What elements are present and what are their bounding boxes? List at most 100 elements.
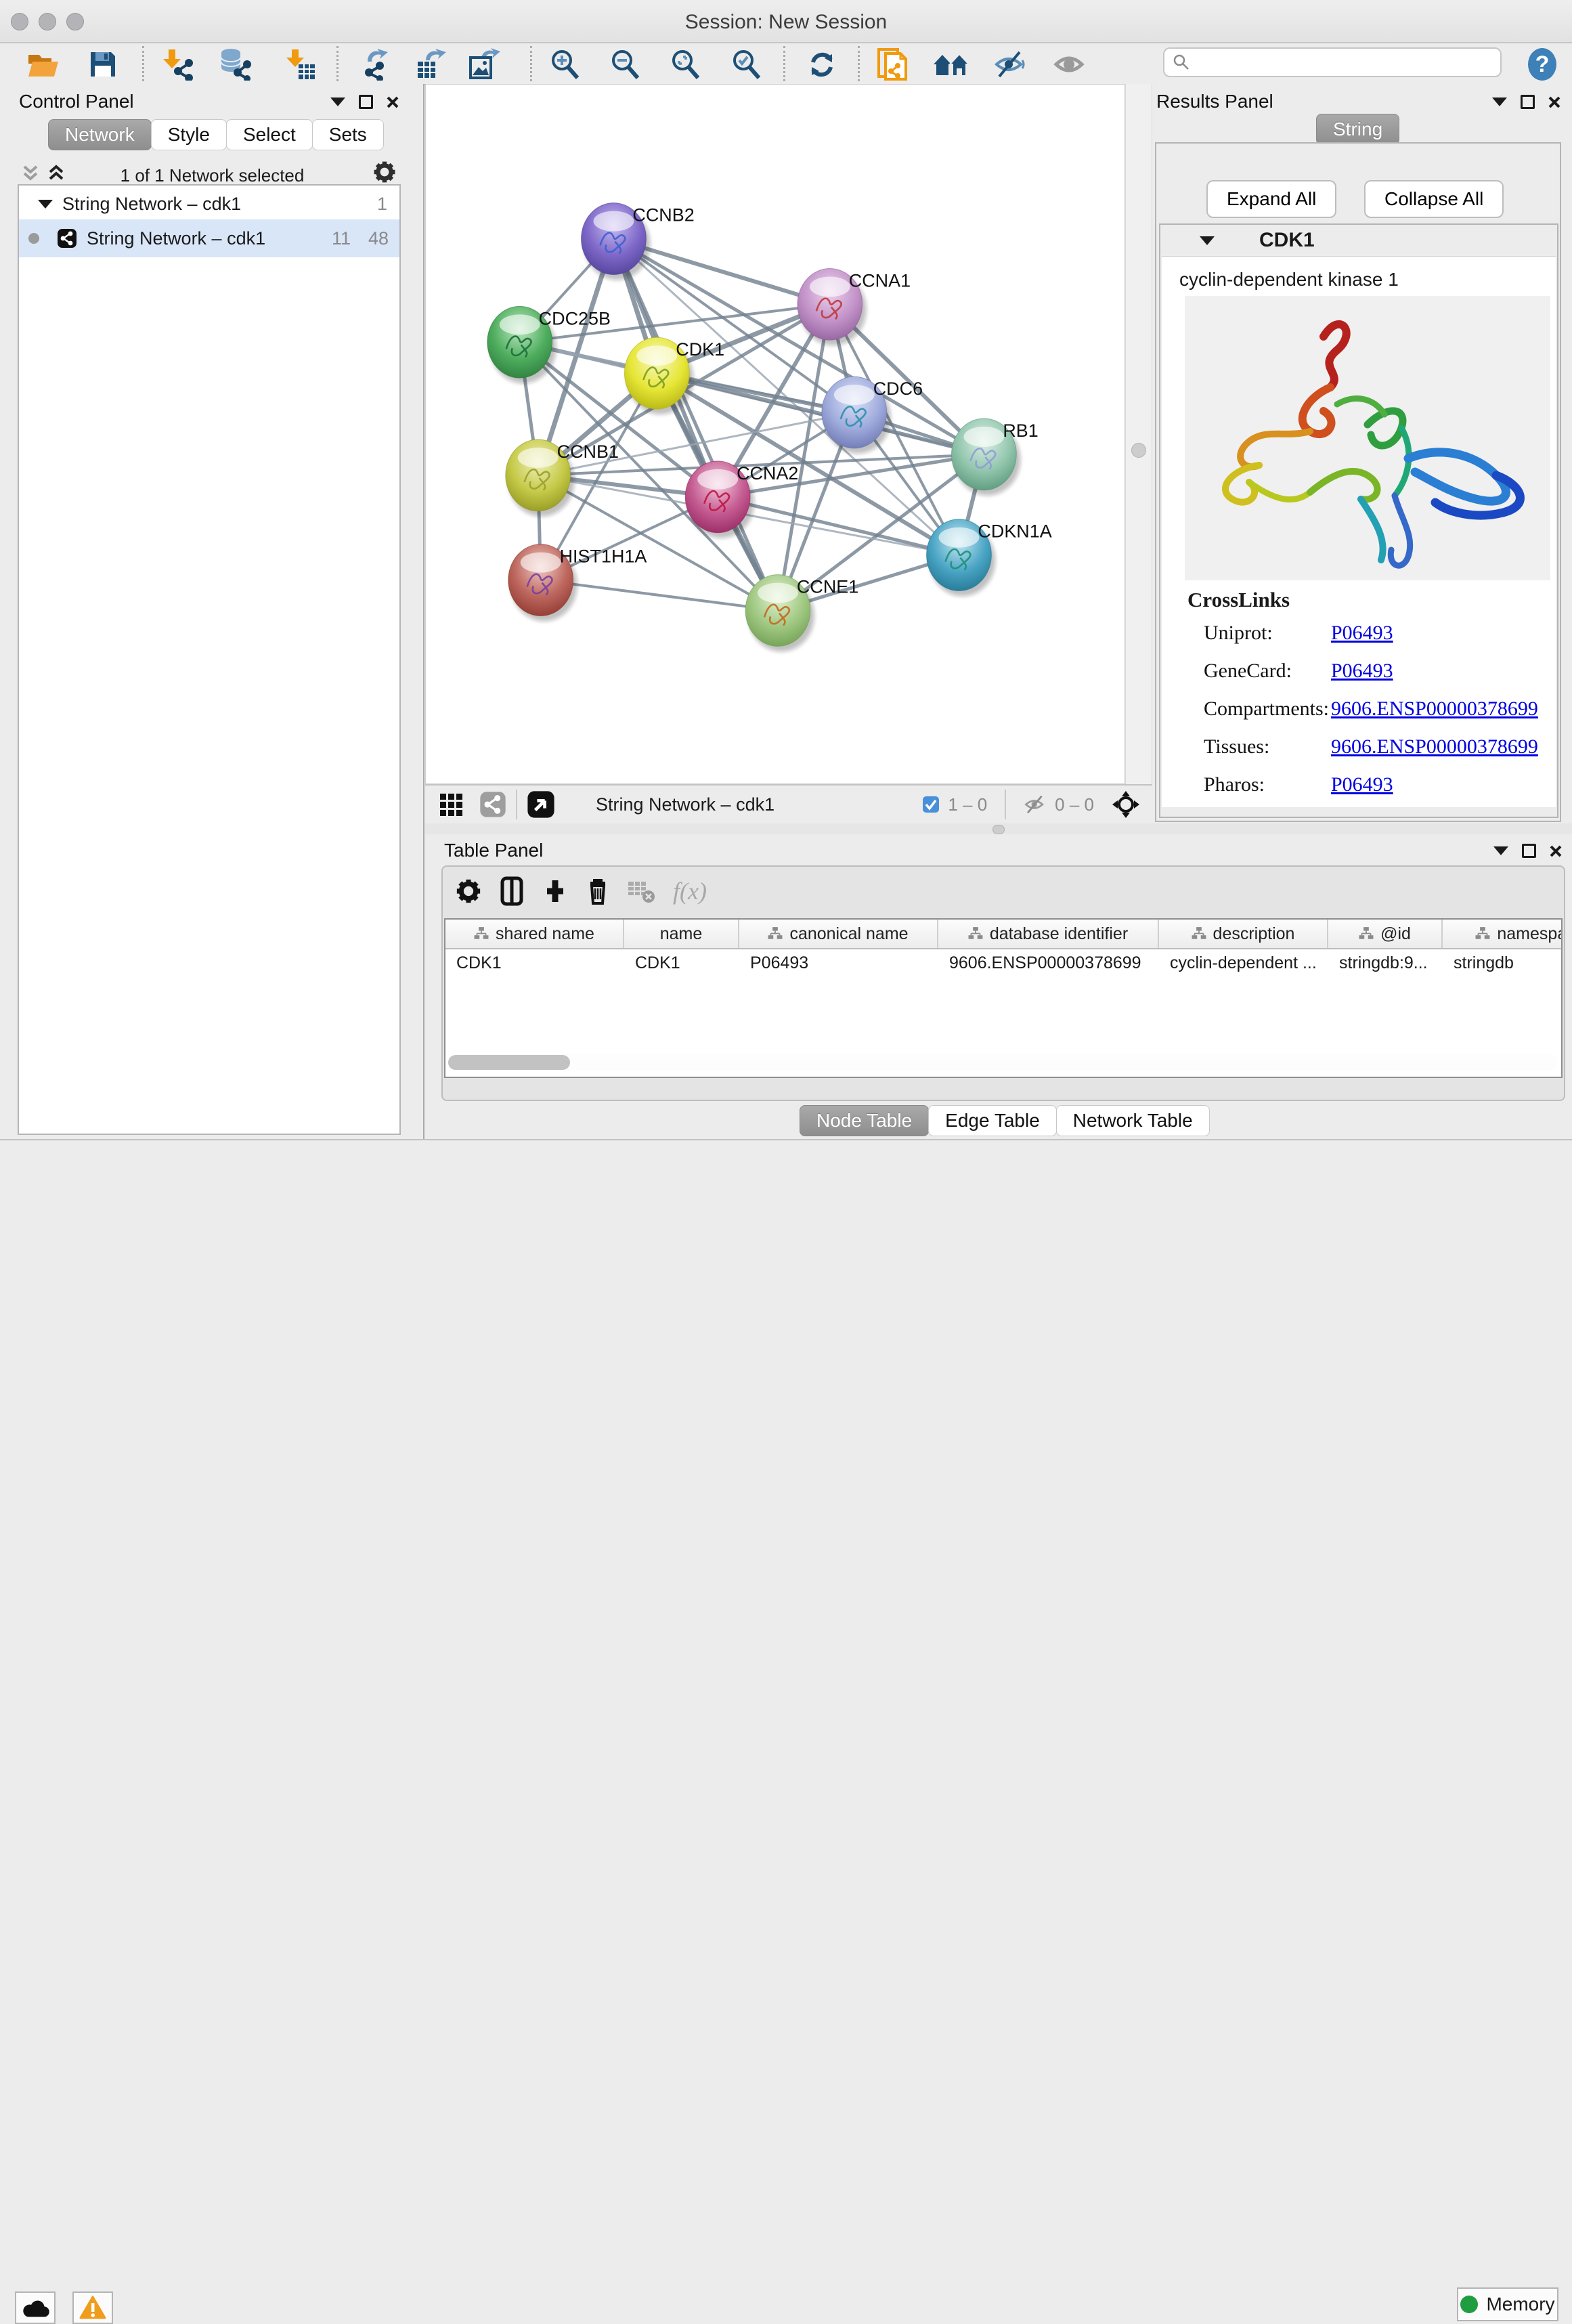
import-table-icon[interactable] bbox=[280, 47, 318, 81]
tree-expand-icon[interactable] bbox=[38, 200, 53, 209]
column-header-name[interactable]: name bbox=[624, 920, 739, 948]
tab-style[interactable]: Style bbox=[151, 119, 227, 150]
panel-splitter-vertical[interactable] bbox=[1125, 84, 1152, 784]
open-session-icon[interactable] bbox=[24, 47, 62, 81]
warning-status-button[interactable] bbox=[72, 2291, 113, 2324]
tab-network-table[interactable]: Network Table bbox=[1056, 1105, 1210, 1136]
zoom-out-icon[interactable] bbox=[606, 47, 644, 81]
panel-float-icon[interactable] bbox=[359, 95, 373, 109]
network-node-HIST1H1A[interactable]: HIST1H1A bbox=[508, 544, 647, 622]
panel-float-icon[interactable] bbox=[1521, 95, 1535, 109]
column-header-@id[interactable]: @id bbox=[1328, 920, 1443, 948]
crosslink-label: GeneCard: bbox=[1204, 660, 1331, 683]
column-header-description[interactable]: description bbox=[1159, 920, 1328, 948]
table-horizontal-scrollbar[interactable] bbox=[447, 1054, 1557, 1071]
node-label: CCNA2 bbox=[737, 463, 798, 483]
crosslink-link[interactable]: P06493 bbox=[1331, 622, 1393, 645]
delete-column-icon[interactable] bbox=[585, 876, 611, 906]
collapse-all-button[interactable]: Collapse All bbox=[1364, 180, 1504, 218]
node-label: CDC6 bbox=[873, 379, 923, 399]
tab-sets[interactable]: Sets bbox=[312, 119, 384, 150]
toolbar-separator bbox=[858, 46, 860, 81]
scrollbar-thumb[interactable] bbox=[448, 1055, 570, 1070]
search-box[interactable] bbox=[1163, 47, 1502, 77]
splitter-grip[interactable] bbox=[992, 825, 1005, 834]
export-image-icon[interactable] bbox=[463, 47, 501, 81]
import-network-database-icon[interactable] bbox=[215, 47, 253, 81]
hidden-eye-icon bbox=[1024, 794, 1047, 815]
panel-menu-icon[interactable] bbox=[1493, 846, 1508, 855]
create-column-icon[interactable] bbox=[542, 878, 569, 905]
cloud-status-button[interactable] bbox=[15, 2291, 56, 2324]
network-collection-row[interactable]: String Network – cdk1 1 bbox=[19, 188, 399, 219]
memory-button[interactable]: Memory bbox=[1457, 2287, 1558, 2321]
tab-string[interactable]: String bbox=[1316, 114, 1399, 145]
grid-view-icon[interactable] bbox=[439, 790, 468, 819]
panel-close-icon[interactable] bbox=[1550, 845, 1562, 857]
network-node-CDC6[interactable]: CDC6 bbox=[822, 376, 923, 454]
node-details-content: cyclin-dependent kinase 1 CrossLinks Uni… bbox=[1162, 256, 1556, 807]
selected-checkbox-icon[interactable] bbox=[922, 796, 940, 813]
home-icon[interactable] bbox=[932, 47, 970, 81]
export-table-icon[interactable] bbox=[409, 47, 447, 81]
table-options-gear-icon[interactable] bbox=[455, 878, 482, 905]
panel-menu-icon[interactable] bbox=[330, 98, 345, 106]
tab-network[interactable]: Network bbox=[48, 119, 152, 150]
control-panel-title: Control Panel bbox=[19, 91, 134, 112]
network-node-CCNA2[interactable]: CCNA2 bbox=[685, 461, 798, 538]
zoom-selected-icon[interactable] bbox=[727, 47, 765, 81]
string-document-icon[interactable] bbox=[873, 47, 911, 81]
splitter-grip[interactable] bbox=[1131, 443, 1146, 458]
cell-name: CDK1 bbox=[624, 953, 739, 973]
tab-edge-table[interactable]: Edge Table bbox=[928, 1105, 1057, 1136]
expand-all-button[interactable]: Expand All bbox=[1206, 180, 1336, 218]
network-canvas[interactable]: CCNB2CCNA1CDC25BCDK1CDC6RB1CCNB1CCNA2CDK… bbox=[425, 84, 1125, 784]
panel-splitter-horizontal[interactable] bbox=[425, 823, 1572, 834]
column-header-shared-name[interactable]: shared name bbox=[445, 920, 624, 948]
network-node-RB1[interactable]: RB1 bbox=[951, 418, 1038, 496]
table-row[interactable]: CDK1CDK1P064939606.ENSP00000378699cyclin… bbox=[445, 949, 1561, 976]
zoom-in-icon[interactable] bbox=[546, 47, 584, 81]
table-panel-title: Table Panel bbox=[444, 840, 543, 861]
panel-float-icon[interactable] bbox=[1522, 844, 1536, 858]
network-node-CCNB2[interactable]: CCNB2 bbox=[582, 203, 695, 280]
network-node-CCNA1[interactable]: CCNA1 bbox=[798, 268, 911, 345]
import-network-file-icon[interactable] bbox=[158, 47, 196, 81]
zoom-fit-icon[interactable] bbox=[666, 47, 704, 81]
column-header-database-identifier[interactable]: database identifier bbox=[938, 920, 1159, 948]
save-session-icon[interactable] bbox=[84, 47, 122, 81]
search-input[interactable] bbox=[1190, 51, 1484, 74]
column-header-canonical-name[interactable]: canonical name bbox=[739, 920, 938, 948]
detach-view-icon[interactable] bbox=[527, 790, 555, 819]
edge-count: 48 bbox=[368, 228, 389, 249]
network-node-CCNB1[interactable]: CCNB1 bbox=[506, 439, 619, 517]
tab-select[interactable]: Select bbox=[226, 119, 313, 150]
network-row[interactable]: String Network – cdk1 11 48 bbox=[19, 219, 399, 257]
network-options-gear-icon[interactable] bbox=[372, 160, 397, 184]
crosslink-link[interactable]: 9606.ENSP00000378699 bbox=[1331, 735, 1538, 758]
column-namespace-icon bbox=[1192, 926, 1206, 941]
refresh-icon[interactable] bbox=[803, 47, 841, 81]
export-network-icon[interactable] bbox=[352, 47, 390, 81]
panel-close-icon[interactable] bbox=[1548, 96, 1560, 108]
show-columns-icon[interactable] bbox=[498, 876, 525, 906]
hide-selected-eye-icon[interactable] bbox=[991, 47, 1029, 81]
crosslink-link[interactable]: 9606.ENSP00000378699 bbox=[1331, 697, 1538, 720]
string-network-icon bbox=[57, 228, 77, 249]
help-icon[interactable]: ? bbox=[1523, 47, 1561, 81]
tab-node-table[interactable]: Node Table bbox=[800, 1105, 929, 1136]
crosslink-link[interactable]: P06493 bbox=[1331, 773, 1393, 796]
crosslink-link[interactable]: P06493 bbox=[1331, 660, 1393, 683]
show-all-eye-icon[interactable] bbox=[1050, 47, 1088, 81]
network-view-icon[interactable] bbox=[479, 791, 506, 818]
title-bar: Session: New Session bbox=[0, 0, 1572, 43]
column-namespace-icon bbox=[1475, 926, 1490, 941]
network-node-CCNE1[interactable]: CCNE1 bbox=[745, 575, 858, 652]
birdseye-icon[interactable] bbox=[1112, 790, 1140, 819]
panel-close-icon[interactable] bbox=[387, 96, 399, 108]
collapse-entry-icon[interactable] bbox=[1200, 236, 1215, 245]
crosslinks-list: Uniprot:P06493GeneCard:P06493Compartment… bbox=[1204, 622, 1556, 796]
panel-menu-icon[interactable] bbox=[1492, 98, 1507, 106]
column-header-namespace[interactable]: namespace bbox=[1443, 920, 1563, 948]
network-node-CDKN1A[interactable]: CDKN1A bbox=[927, 519, 1052, 597]
